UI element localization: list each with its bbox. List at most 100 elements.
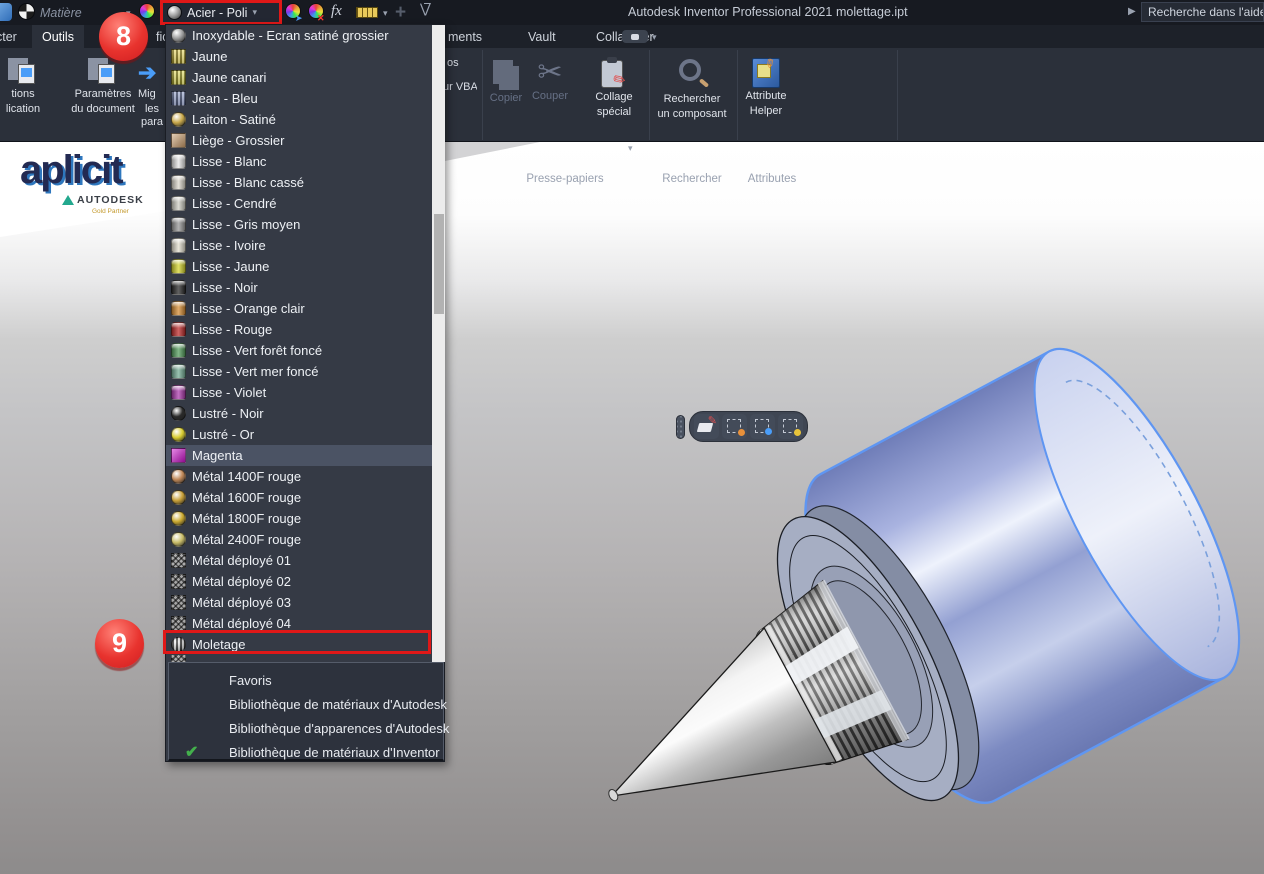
copy-button[interactable]: Copier <box>484 54 528 140</box>
application-options-button[interactable]: tions lication <box>0 52 58 138</box>
appearance-combo-caret[interactable]: ▾ <box>252 7 257 18</box>
material-icon <box>171 427 186 442</box>
material-icon <box>171 196 186 211</box>
cut-button[interactable]: ✂ Couper <box>528 54 572 140</box>
material-icon <box>171 49 186 64</box>
material-item[interactable]: Lustré - Or <box>166 424 432 445</box>
material-item[interactable]: Magenta <box>166 445 432 466</box>
material-item[interactable]: Métal déployé 03 <box>166 592 432 613</box>
appearance-button[interactable] <box>778 414 803 439</box>
library-item[interactable]: Favoris <box>169 668 443 692</box>
material-label: Métal déployé 01 <box>192 553 291 568</box>
tab-environnements-partial[interactable]: ments <box>438 25 492 48</box>
color-wheel-icon[interactable] <box>139 3 155 19</box>
scrollbar-thumb[interactable] <box>434 214 444 314</box>
material-item[interactable]: Lustré - Noir <box>166 403 432 424</box>
material-item[interactable]: Lisse - Orange clair <box>166 298 432 319</box>
customize-qat-icon[interactable]: ⋁̅ <box>420 1 431 17</box>
camera-caret[interactable]: ▾ <box>652 32 657 43</box>
material-item[interactable]: Lisse - Cendré <box>166 193 432 214</box>
material-item[interactable]: Lisse - Noir <box>166 277 432 298</box>
material-item[interactable]: Lisse - Vert mer foncé <box>166 361 432 382</box>
material-item[interactable]: Lisse - Blanc cassé <box>166 172 432 193</box>
material-item[interactable]: Laiton - Satiné <box>166 109 432 130</box>
material-item[interactable]: Métal 1800F rouge <box>166 508 432 529</box>
material-icon <box>171 406 186 421</box>
library-footer: FavorisBibliothèque de matériaux d'Autod… <box>168 662 444 761</box>
material-icon <box>171 364 186 379</box>
pencil-dot-icon <box>738 429 745 436</box>
appearance-combo[interactable]: Acier - Poli ▾ <box>160 0 282 25</box>
tab-vault[interactable]: Vault <box>518 25 566 48</box>
material-icon <box>171 490 186 505</box>
material-item[interactable]: Lisse - Vert forêt foncé <box>166 340 432 361</box>
scissors-icon: ✂ <box>537 58 562 88</box>
pencil-icon: ✎ <box>708 414 717 427</box>
material-item[interactable]: Inoxydable - Ecran satiné grossier <box>166 25 432 46</box>
measure-caret[interactable]: ▾ <box>383 8 388 19</box>
library-label: Bibliothèque de matériaux d'Autodesk <box>229 697 447 712</box>
find-component-button[interactable]: Rechercher un composant <box>650 54 734 140</box>
material-item[interactable]: Moletage <box>166 634 432 655</box>
material-item[interactable]: Lisse - Jaune <box>166 256 432 277</box>
material-icon <box>171 469 186 484</box>
group-clipboard[interactable]: Presse-papiers <box>490 173 640 185</box>
material-label: Métal 1400F rouge <box>192 469 301 484</box>
library-item[interactable]: Bibliothèque d'apparences d'Autodesk <box>169 716 443 740</box>
material-item[interactable]: Métal 1400F rouge <box>166 466 432 487</box>
attribute-helper-button[interactable]: ✎ Attribute Helper <box>733 54 799 140</box>
dropdown-scrollbar[interactable] <box>432 25 445 662</box>
material-item[interactable] <box>166 655 432 662</box>
parameters-fx-icon[interactable]: fx <box>331 3 342 20</box>
mini-toolbar-grip[interactable] <box>676 415 685 439</box>
material-label: Lisse - Blanc <box>192 154 266 169</box>
material-item[interactable]: Métal 2400F rouge <box>166 529 432 550</box>
copy-icon <box>491 60 521 90</box>
screencast-camera-icon[interactable] <box>622 30 648 43</box>
material-icon <box>171 154 186 169</box>
library-item[interactable]: Bibliothèque de matériaux d'Autodesk <box>169 692 443 716</box>
material-item[interactable]: Jean - Bleu <box>166 88 432 109</box>
material-label: Lisse - Rouge <box>192 322 272 337</box>
titlebar: Matière ▾ Acier - Poli ▾ ➤ ✕ fx ▾ + ⋁̅ A… <box>0 0 1264 25</box>
material-item[interactable]: Métal 1600F rouge <box>166 487 432 508</box>
appearance-sphere-icon[interactable] <box>18 3 35 20</box>
material-item[interactable]: Lisse - Violet <box>166 382 432 403</box>
appearance-value-icon <box>167 5 182 20</box>
measure-icon[interactable] <box>356 7 378 18</box>
material-item[interactable]: Lisse - Blanc <box>166 151 432 172</box>
material-item[interactable]: Lisse - Ivoire <box>166 235 432 256</box>
library-item[interactable]: ✔Bibliothèque de matériaux d'Inventor <box>169 740 443 764</box>
material-item[interactable]: Métal déployé 04 <box>166 613 432 634</box>
paste-special-button[interactable]: ✎ Collage spécial <box>582 54 646 140</box>
material-item[interactable]: Métal déployé 01 <box>166 550 432 571</box>
document-settings-button[interactable]: Paramètres du document <box>68 52 138 138</box>
bulb-icon <box>794 429 801 436</box>
migrate-settings-button[interactable]: ➔ Mig les para <box>130 52 166 138</box>
clear-x-icon: ✕ <box>317 13 325 24</box>
app-icon[interactable] <box>0 3 12 21</box>
appearance-dropdown: Inoxydable - Ecran satiné grossierJauneJ… <box>165 24 445 762</box>
material-item[interactable]: Lisse - Rouge <box>166 319 432 340</box>
help-panel-arrow-icon[interactable]: ▶ <box>1128 6 1136 17</box>
options-icon <box>8 58 38 86</box>
select-other-button[interactable] <box>750 414 775 439</box>
group-search[interactable]: Rechercher <box>652 173 732 185</box>
sketch-edit-button[interactable]: ✎ <box>694 414 719 439</box>
paste-caret[interactable]: ▾ <box>628 143 633 154</box>
material-label: Lisse - Cendré <box>192 196 277 211</box>
material-item[interactable]: Métal déployé 02 <box>166 571 432 592</box>
material-item[interactable]: Jaune <box>166 46 432 67</box>
material-icon <box>171 574 186 589</box>
tab-inspecter-partial[interactable]: cter <box>0 25 27 48</box>
add-qat-icon[interactable]: + <box>395 2 406 24</box>
adjust-arrow-icon: ➤ <box>295 13 303 24</box>
material-list: Inoxydable - Ecran satiné grossierJauneJ… <box>166 25 432 662</box>
group-attributes[interactable]: Attributes <box>737 173 807 185</box>
help-search-input[interactable]: Recherche dans l'aide e <box>1141 2 1264 22</box>
material-item[interactable]: Jaune canari <box>166 67 432 88</box>
feature-edit-button[interactable] <box>722 414 747 439</box>
material-item[interactable]: Lisse - Gris moyen <box>166 214 432 235</box>
material-item[interactable]: Liège - Grossier <box>166 130 432 151</box>
tab-outils[interactable]: Outils <box>32 25 84 48</box>
